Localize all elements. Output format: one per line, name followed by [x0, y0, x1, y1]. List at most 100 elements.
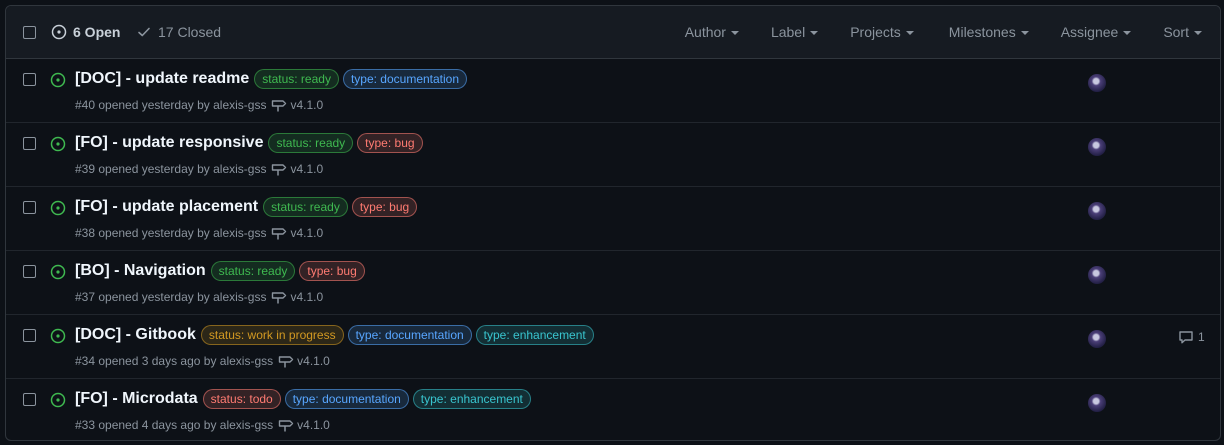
milestone-label: v4.1.0	[297, 354, 330, 368]
caret-down-icon	[1194, 31, 1202, 35]
issue-label[interactable]: status: todo	[202, 389, 281, 409]
milestone-link[interactable]: v4.1.0	[278, 418, 330, 432]
assignee-avatar[interactable]	[1088, 330, 1106, 348]
issue-title-link[interactable]: [BO] - Navigation	[75, 262, 206, 280]
issue-checkbox[interactable]	[23, 201, 36, 214]
milestones-filter-label: Milestones	[948, 24, 1016, 40]
issue-title-link[interactable]: [DOC] - Gitbook	[75, 326, 196, 344]
caret-down-icon	[1123, 31, 1132, 35]
issue-label[interactable]: type: documentation	[342, 69, 468, 89]
issue-label[interactable]: status: ready	[263, 197, 348, 217]
issue-title-line: [BO] - Navigation status: ready type: bug	[75, 261, 365, 281]
comment-icon	[1179, 331, 1193, 344]
issue-title-line: [DOC] - Gitbook status: work in progress…	[75, 325, 594, 345]
label-filter[interactable]: Label	[770, 24, 819, 40]
milestone-icon	[272, 164, 287, 176]
assignee-avatar[interactable]	[1088, 74, 1106, 92]
issue-meta: #40 opened yesterday by alexis-gss v4.1.…	[75, 98, 323, 112]
issue-label[interactable]: type: enhancement	[475, 325, 594, 345]
milestones-filter[interactable]: Milestones	[949, 24, 1029, 40]
issue-title-line: [DOC] - update readme status: ready type:…	[75, 69, 468, 89]
issue-label[interactable]: type: documentation	[284, 389, 409, 409]
issue-meta-text: #33 opened 4 days ago by alexis-gss	[75, 418, 274, 432]
assignee-filter[interactable]: Assignee	[1061, 24, 1132, 40]
issue-label[interactable]: status: ready	[254, 69, 339, 89]
milestone-link[interactable]: v4.1.0	[271, 226, 323, 240]
issue-opened-icon	[50, 72, 66, 88]
assignee-avatar[interactable]	[1088, 266, 1106, 284]
issue-label[interactable]: status: ready	[268, 133, 354, 153]
milestone-icon	[272, 292, 287, 304]
issue-title-link[interactable]: [FO] - update responsive	[75, 134, 263, 152]
issue-row[interactable]: [BO] - Navigation status: ready type: bug…	[6, 251, 1220, 315]
issue-meta: #38 opened yesterday by alexis-gss v4.1.…	[75, 226, 323, 240]
milestone-link[interactable]: v4.1.0	[271, 162, 323, 176]
author-filter[interactable]: Author	[685, 24, 739, 40]
milestone-icon	[278, 420, 294, 432]
projects-filter[interactable]: Projects	[850, 24, 914, 40]
issue-label[interactable]: status: work in progress	[200, 325, 344, 345]
issue-rows: [DOC] - update readme status: ready type:…	[6, 59, 1220, 440]
milestone-icon	[272, 100, 287, 112]
milestone-link[interactable]: v4.1.0	[271, 290, 323, 304]
issue-opened-icon	[50, 328, 66, 344]
check-icon	[138, 27, 150, 37]
milestone-label: v4.1.0	[290, 98, 324, 112]
issue-title-link[interactable]: [FO] - update placement	[75, 198, 258, 216]
assignee-filter-label: Assignee	[1060, 24, 1119, 40]
issues-list: 6 Open 17 Closed Author Label Projects M…	[5, 5, 1221, 441]
issue-row[interactable]: [FO] - update responsive status: ready ty…	[6, 123, 1220, 187]
issue-row[interactable]: [FO] - update placement status: ready typ…	[6, 187, 1220, 251]
milestone-label: v4.1.0	[297, 418, 330, 432]
sort-filter[interactable]: Sort	[1163, 24, 1202, 40]
milestone-label: v4.1.0	[290, 162, 324, 176]
milestone-link[interactable]: v4.1.0	[271, 98, 323, 112]
issue-label[interactable]: status: ready	[210, 261, 296, 281]
issue-meta-text: #38 opened yesterday by alexis-gss	[75, 226, 267, 240]
issue-meta: #33 opened 4 days ago by alexis-gss v4.1…	[75, 418, 330, 432]
open-count: 6 Open	[73, 24, 121, 40]
issue-checkbox[interactable]	[23, 393, 36, 406]
milestone-icon	[278, 356, 294, 368]
closed-issues-tab[interactable]: 17 Closed	[136, 24, 221, 40]
milestone-label: v4.1.0	[290, 226, 324, 240]
projects-filter-label: Projects	[850, 24, 901, 40]
filter-bar: Author Label Projects Milestones Assigne…	[685, 24, 1202, 40]
issue-title-link[interactable]: [FO] - Microdata	[75, 390, 198, 408]
issue-meta: #37 opened yesterday by alexis-gss v4.1.…	[75, 290, 323, 304]
issue-checkbox[interactable]	[23, 265, 36, 278]
caret-down-icon	[730, 31, 739, 35]
issue-checkbox[interactable]	[23, 73, 36, 86]
issue-meta-text: #34 opened 3 days ago by alexis-gss	[75, 354, 274, 368]
select-all-checkbox[interactable]	[23, 26, 36, 39]
issue-title-link[interactable]: [DOC] - update readme	[75, 70, 249, 88]
assignee-avatar[interactable]	[1088, 202, 1106, 220]
issue-title-line: [FO] - Microdata status: todo type: docum…	[75, 389, 531, 409]
issue-checkbox[interactable]	[23, 137, 36, 150]
issue-opened-icon	[50, 392, 66, 408]
milestone-link[interactable]: v4.1.0	[278, 354, 330, 368]
issue-meta-text: #40 opened yesterday by alexis-gss	[75, 98, 267, 112]
issue-row[interactable]: [DOC] - Gitbook status: work in progress…	[6, 315, 1220, 379]
issue-opened-icon	[50, 136, 66, 152]
comments-link[interactable]: 1	[1178, 329, 1205, 345]
issue-label[interactable]: type: bug	[357, 133, 423, 153]
issue-label[interactable]: type: bug	[299, 261, 365, 281]
issue-label[interactable]: type: enhancement	[412, 389, 531, 409]
issue-row[interactable]: [DOC] - update readme status: ready type:…	[6, 59, 1220, 123]
issue-meta-text: #37 opened yesterday by alexis-gss	[75, 290, 267, 304]
label-filter-label: Label	[770, 24, 806, 40]
issue-opened-icon	[50, 200, 66, 216]
issue-label[interactable]: type: documentation	[347, 325, 472, 345]
issue-checkbox[interactable]	[23, 329, 36, 342]
issue-meta: #34 opened 3 days ago by alexis-gss v4.1…	[75, 354, 330, 368]
issue-row[interactable]: [FO] - Microdata status: todo type: docum…	[6, 379, 1220, 440]
issue-title-line: [FO] - update responsive status: ready ty…	[75, 133, 423, 153]
author-filter-label: Author	[684, 24, 726, 40]
assignee-avatar[interactable]	[1088, 138, 1106, 156]
issue-label[interactable]: type: bug	[351, 197, 418, 217]
assignee-avatar[interactable]	[1088, 394, 1106, 412]
issue-opened-icon	[50, 264, 66, 280]
open-issues-tab[interactable]: 6 Open	[51, 24, 120, 40]
issues-header: 6 Open 17 Closed Author Label Projects M…	[6, 6, 1220, 59]
